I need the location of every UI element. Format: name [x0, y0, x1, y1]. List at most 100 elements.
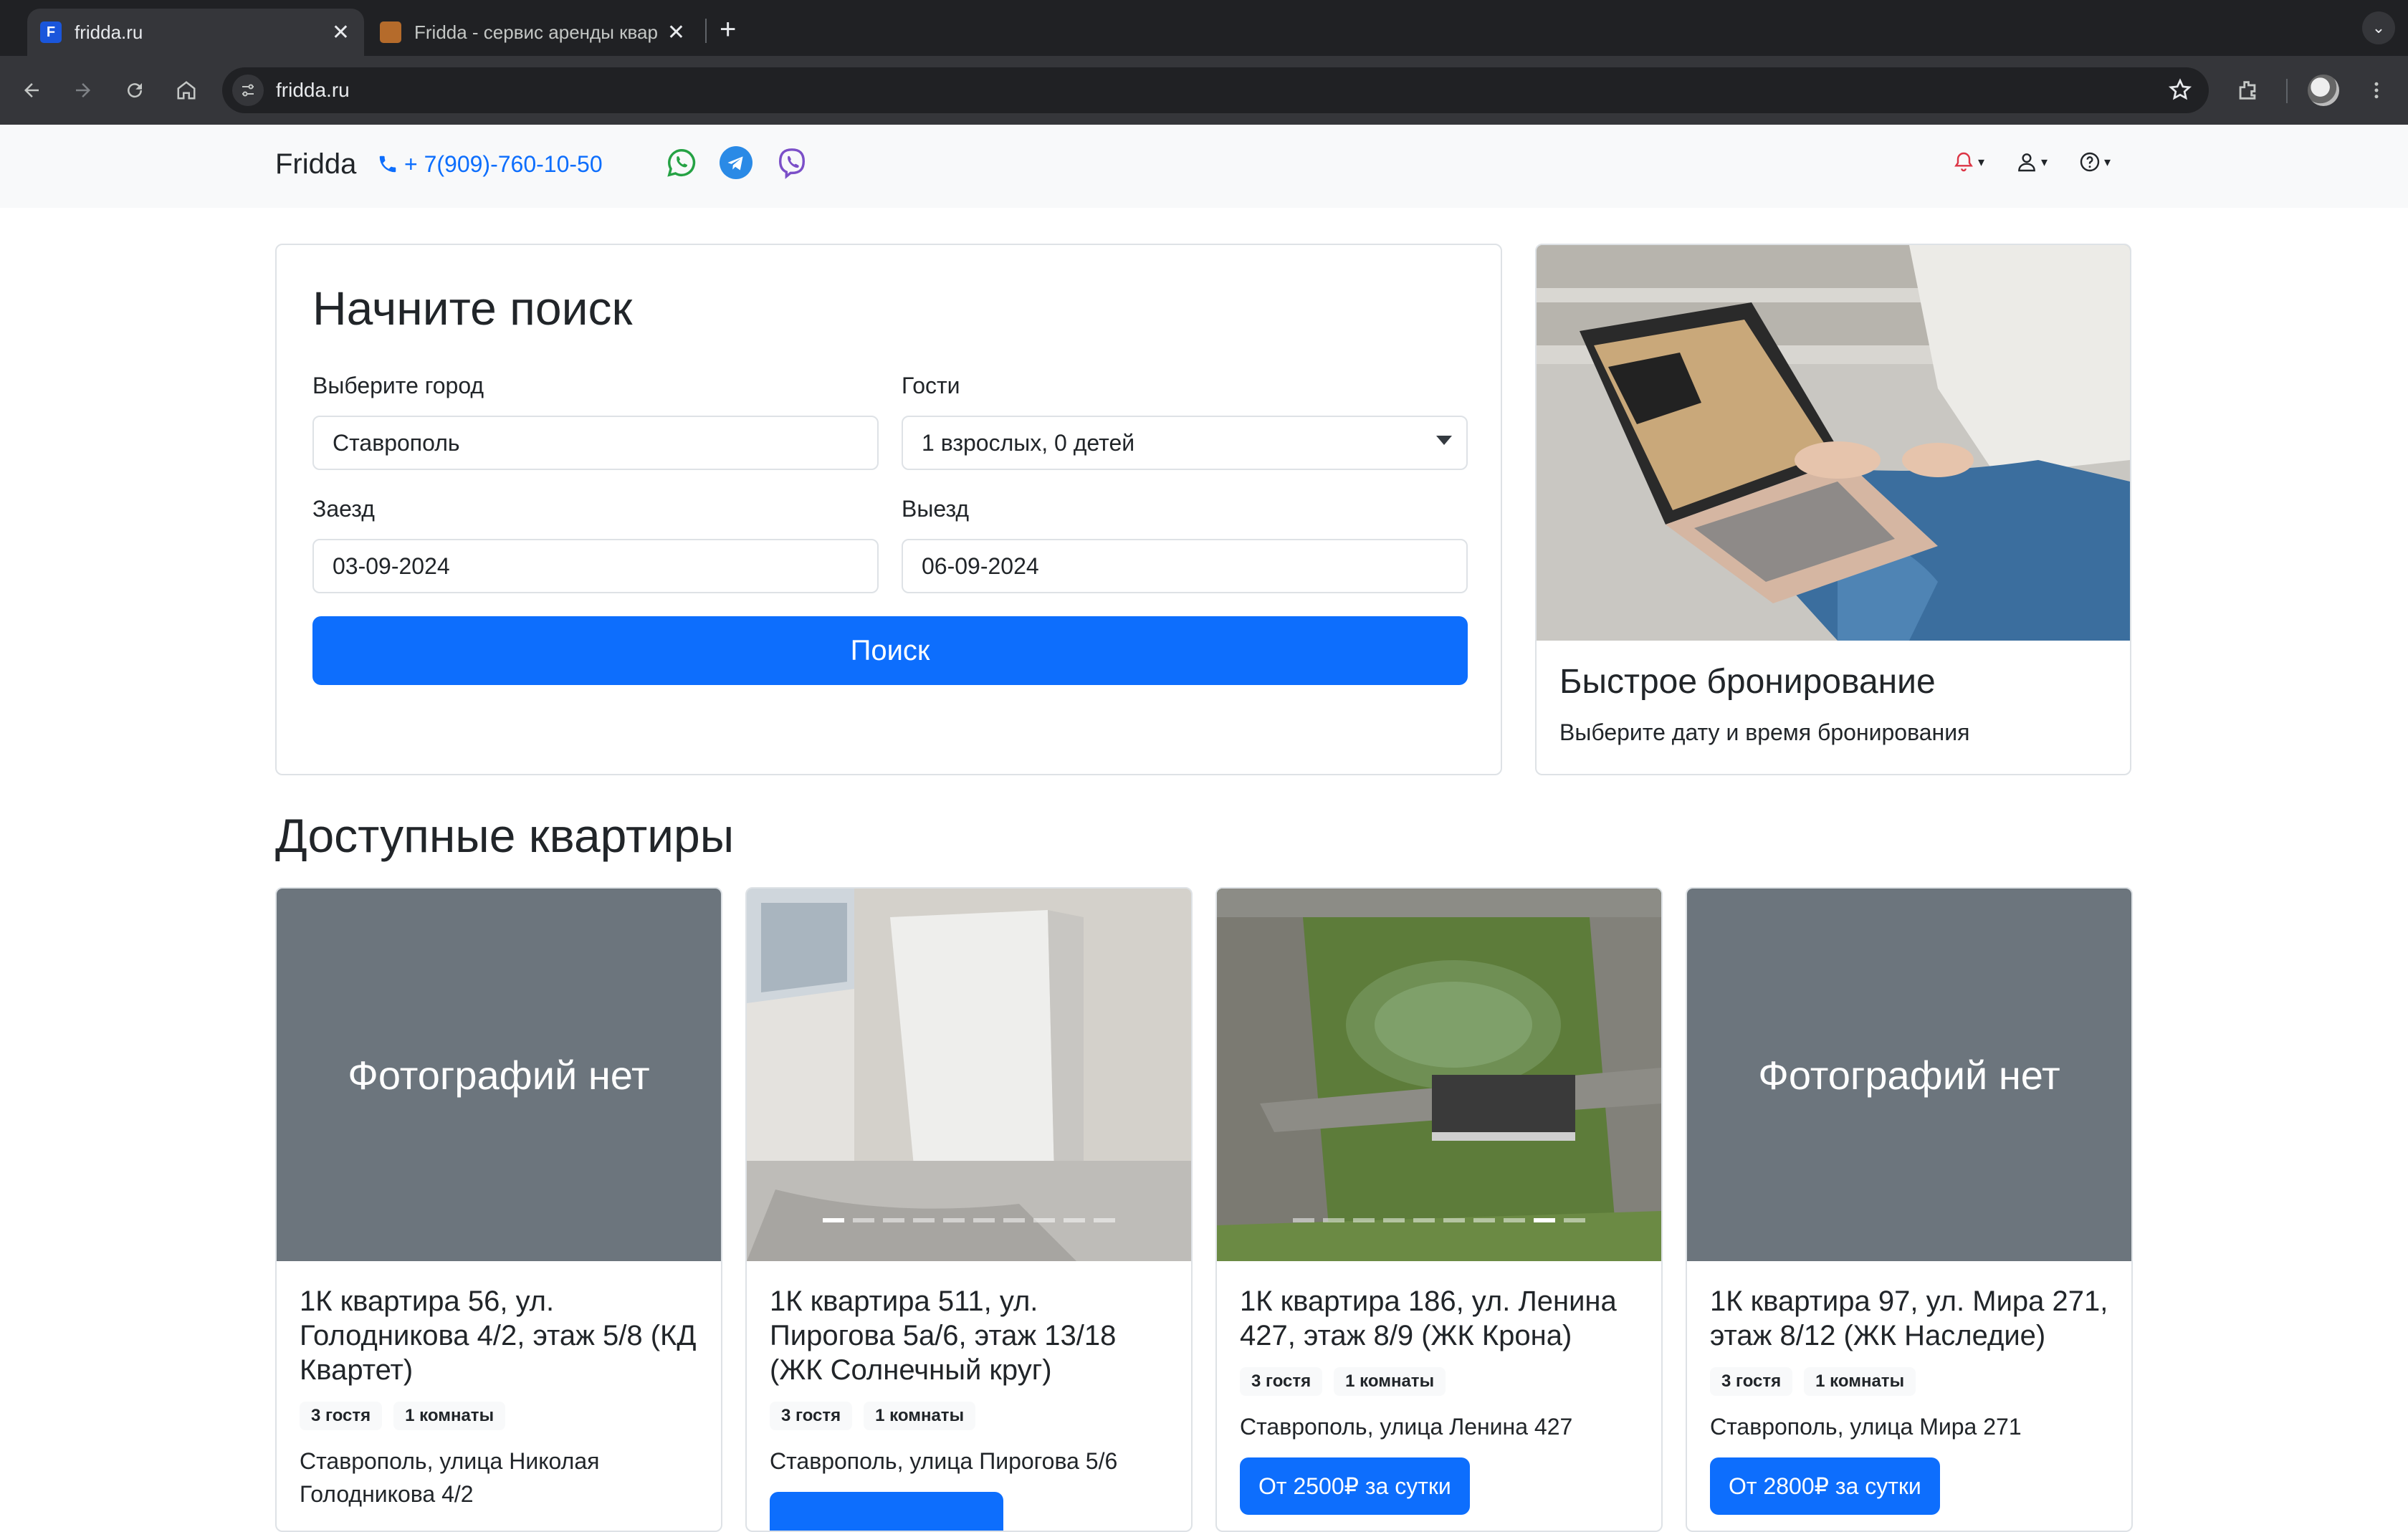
promo-photo [1537, 245, 2130, 641]
guests-label: Гости [902, 373, 960, 398]
brand-logo[interactable]: Fridda [275, 146, 356, 182]
browser-tab-strip: F fridda.ru ✕ Fridda - сервис аренды ква… [0, 0, 2408, 56]
carousel-dot[interactable] [1473, 1218, 1495, 1222]
checkout-date-input[interactable]: 06-09-2024 [902, 539, 1468, 593]
listing-card[interactable]: Фотографий нет 1К квартира 97, ул. Мира … [1686, 887, 2133, 1532]
carousel-dot[interactable] [1504, 1218, 1525, 1222]
no-photo-text: Фотографий нет [1758, 1052, 2060, 1098]
checkin-label: Заезд [312, 496, 375, 522]
carousel-dot[interactable] [853, 1218, 874, 1222]
carousel-dot[interactable] [1383, 1218, 1405, 1222]
carousel-dot[interactable] [1564, 1218, 1585, 1222]
carousel-dot[interactable] [943, 1218, 965, 1222]
telegram-icon[interactable] [720, 146, 752, 179]
help-dropdown[interactable]: ▾ [2078, 150, 2111, 173]
price-button[interactable]: От 2800₽ за сутки [1710, 1457, 1940, 1515]
caret-down-icon: ▾ [2041, 154, 2048, 169]
guests-select[interactable]: 1 взрослых, 0 детей [902, 416, 1468, 470]
carousel-dot[interactable] [913, 1218, 935, 1222]
listing-badges: 3 гостя 1 комнаты [770, 1402, 976, 1430]
guests-value: 1 взрослых, 0 детей [922, 430, 1135, 456]
carousel-dot[interactable] [973, 1218, 995, 1222]
listing-photo-placeholder: Фотографий нет [1687, 889, 2131, 1261]
bell-icon [1954, 152, 1973, 172]
rooms-badge: 1 комнаты [1804, 1367, 1916, 1396]
carousel-dot[interactable] [1094, 1218, 1115, 1222]
price-button[interactable]: От 2500₽ за сутки [1240, 1457, 1470, 1515]
close-tab-icon[interactable]: ✕ [667, 20, 685, 45]
city-input[interactable]: Ставрополь [312, 416, 879, 470]
bookmark-star-icon[interactable] [2167, 77, 2193, 107]
tab-title: Fridda - сервис аренды квар [414, 21, 658, 43]
listing-title[interactable]: 1К квартира 186, ул. Ленина 427, этаж 8/… [1240, 1284, 1641, 1353]
tab-fridda-service[interactable]: Fridda - сервис аренды квар ✕ [367, 9, 699, 56]
search-button[interactable]: Поиск [312, 616, 1468, 685]
carousel-dot[interactable] [823, 1218, 844, 1222]
listings-title: Доступные квартиры [275, 809, 735, 862]
extensions-icon[interactable] [2230, 73, 2265, 107]
listing-photo[interactable] [747, 889, 1191, 1261]
guests-badge: 3 гостя [300, 1402, 383, 1430]
help-icon [2080, 152, 2100, 172]
site-navbar: Fridda + 7(909)-760-10-50 ▾ ▾ ▾ [0, 125, 2408, 208]
quick-booking-card[interactable]: Быстрое бронирование Выберите дату и вре… [1535, 244, 2131, 775]
listing-badges: 3 гостя 1 комнаты [300, 1402, 506, 1430]
notifications-dropdown[interactable]: ▾ [1952, 150, 1984, 173]
site-favicon-icon [380, 21, 401, 43]
tab-fridda[interactable]: F fridda.ru ✕ [27, 9, 364, 56]
carousel-indicators[interactable] [747, 1218, 1191, 1222]
carousel-dot[interactable] [1064, 1218, 1085, 1222]
forward-icon[interactable] [66, 73, 100, 107]
phone-link[interactable]: + 7(909)-760-10-50 [377, 148, 603, 181]
carousel-dot[interactable] [1033, 1218, 1055, 1222]
viber-icon[interactable] [775, 146, 808, 179]
checkin-date-input[interactable]: 03-09-2024 [312, 539, 879, 593]
price-button[interactable] [770, 1492, 1003, 1531]
menu-kebab-icon[interactable] [2359, 73, 2394, 107]
listing-card[interactable]: 1К квартира 511, ул. Пирогова 5а/6, этаж… [745, 887, 1193, 1532]
back-icon[interactable] [14, 73, 49, 107]
tab-title: fridda.ru [75, 21, 143, 43]
rooms-badge: 1 комнаты [864, 1402, 976, 1430]
caret-down-icon: ▾ [2104, 154, 2111, 169]
reload-icon[interactable] [118, 73, 152, 107]
listing-address: Ставрополь, улица Ленина 427 [1240, 1414, 1573, 1440]
city-label: Выберите город [312, 373, 484, 398]
listing-address: Ставрополь, улица Пирогова 5/6 [770, 1448, 1118, 1474]
carousel-dot[interactable] [1443, 1218, 1465, 1222]
listing-badges: 3 гостя 1 комнаты [1710, 1367, 1916, 1396]
site-settings-icon[interactable] [232, 75, 264, 106]
listing-title[interactable]: 1К квартира 56, ул. Голодникова 4/2, эта… [300, 1284, 701, 1387]
carousel-dot[interactable] [1353, 1218, 1375, 1222]
carousel-dot[interactable] [1323, 1218, 1344, 1222]
tab-search-button[interactable]: ⌄ [2362, 11, 2395, 44]
address-bar[interactable]: fridda.ru [222, 67, 2209, 113]
chevron-down-icon [1436, 436, 1452, 445]
browser-toolbar: fridda.ru [0, 56, 2408, 125]
carousel-dot[interactable] [1293, 1218, 1314, 1222]
carousel-indicators[interactable] [1217, 1218, 1661, 1222]
rooms-badge: 1 комнаты [1334, 1367, 1446, 1396]
user-dropdown[interactable]: ▾ [2015, 150, 2048, 173]
carousel-dot[interactable] [1534, 1218, 1555, 1222]
carousel-dot[interactable] [1413, 1218, 1435, 1222]
tab-separator [705, 19, 707, 43]
close-tab-icon[interactable]: ✕ [332, 20, 350, 45]
phone-number: + 7(909)-760-10-50 [404, 151, 603, 177]
guests-badge: 3 гостя [1240, 1367, 1323, 1396]
search-title: Начните поиск [312, 282, 633, 335]
carousel-dot[interactable] [883, 1218, 904, 1222]
listing-card[interactable]: 1К квартира 186, ул. Ленина 427, этаж 8/… [1215, 887, 1663, 1532]
user-icon [2018, 153, 2035, 172]
whatsapp-icon[interactable] [665, 146, 698, 179]
profile-avatar[interactable] [2308, 75, 2339, 106]
listing-photo[interactable] [1217, 889, 1661, 1261]
listing-title[interactable]: 1К квартира 97, ул. Мира 271, этаж 8/12 … [1710, 1284, 2111, 1353]
listing-photo-placeholder: Фотографий нет [277, 889, 721, 1261]
listing-card[interactable]: Фотографий нет 1К квартира 56, ул. Голод… [275, 887, 722, 1532]
home-icon[interactable] [169, 73, 204, 107]
new-tab-button[interactable]: + [720, 13, 736, 46]
listing-title[interactable]: 1К квартира 511, ул. Пирогова 5а/6, этаж… [770, 1284, 1171, 1387]
carousel-dot[interactable] [1003, 1218, 1025, 1222]
rooms-badge: 1 комнаты [393, 1402, 506, 1430]
